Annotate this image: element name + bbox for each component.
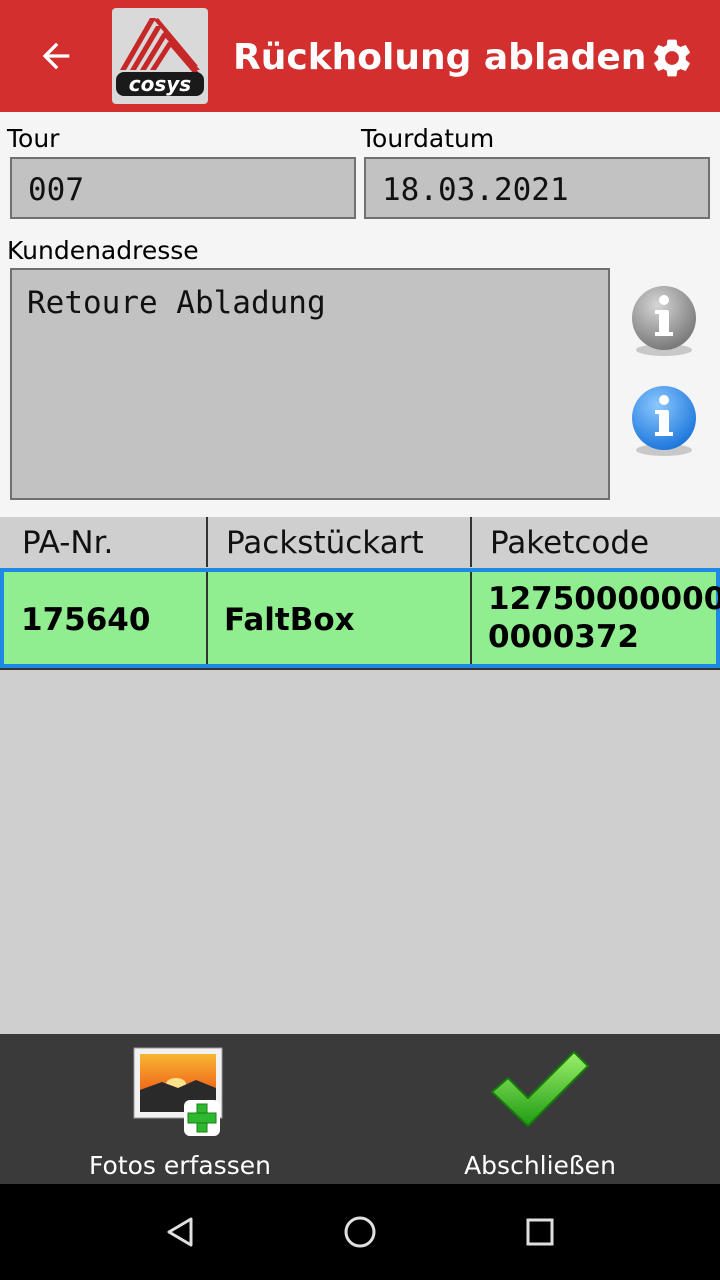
checkmark-icon	[491, 1051, 589, 1127]
cosys-logo: cosys	[112, 8, 208, 104]
bottom-action-bar: Fotos erfassen Abschließen	[0, 1034, 720, 1184]
cell-pa-nr: 175640	[21, 602, 151, 638]
column-divider	[206, 572, 208, 664]
home-circle-icon	[344, 1216, 376, 1248]
tour-field[interactable]: 007	[10, 157, 356, 219]
column-header-pa-nr[interactable]: PA-Nr.	[4, 517, 206, 567]
abschliessen-button[interactable]: Abschließen	[360, 1034, 720, 1184]
paketcode-line-1: 127500000000	[488, 581, 720, 617]
kundenadresse-field[interactable]: Retoure Abladung	[10, 268, 610, 500]
column-divider	[470, 572, 472, 664]
table-row[interactable]: 175640 FaltBox 127500000000 0000372	[0, 568, 720, 668]
tourdatum-label: Tourdatum	[361, 124, 495, 153]
nav-back-button[interactable]	[156, 1208, 204, 1256]
kundenadresse-label: Kundenadresse	[7, 236, 199, 265]
gear-icon	[654, 39, 690, 77]
fotos-erfassen-label: Fotos erfassen	[89, 1151, 271, 1180]
paketcode-line-2: 0000372	[488, 619, 639, 655]
tour-label: Tour	[7, 124, 60, 153]
row-divider	[0, 668, 720, 670]
tourdatum-field[interactable]: 18.03.2021	[364, 157, 710, 219]
cell-paketcode: 127500000000 0000372	[488, 580, 720, 656]
system-nav-bar	[0, 1184, 720, 1280]
info-button-blue[interactable]	[628, 382, 700, 462]
cell-packstueckart: FaltBox	[224, 602, 355, 638]
settings-button[interactable]	[642, 28, 702, 88]
info-button-grey[interactable]	[628, 282, 700, 362]
table-header: PA-Nr. Packstückart Paketcode	[0, 517, 720, 567]
fotos-erfassen-button[interactable]: Fotos erfassen	[0, 1034, 360, 1184]
column-header-paketcode[interactable]: Paketcode	[472, 517, 720, 567]
back-button[interactable]	[24, 24, 88, 88]
column-divider	[206, 517, 208, 567]
column-header-packstueckart[interactable]: Packstückart	[208, 517, 470, 567]
app-bar: cosys Rückholung abladen	[0, 0, 720, 112]
arrow-left-icon	[42, 42, 70, 70]
parcel-table: PA-Nr. Packstückart Paketcode 175640 Fal…	[0, 517, 720, 1034]
info-icon	[632, 286, 696, 356]
page-title: Rückholung abladen	[233, 37, 647, 78]
abschliessen-label: Abschließen	[464, 1151, 616, 1180]
nav-home-button[interactable]	[336, 1208, 384, 1256]
info-icon	[632, 386, 696, 456]
nav-recents-button[interactable]	[516, 1208, 564, 1256]
column-divider	[470, 517, 472, 567]
add-photo-icon	[133, 1047, 223, 1136]
back-triangle-icon	[167, 1217, 193, 1247]
svg-text:cosys: cosys	[129, 72, 192, 96]
recents-square-icon	[526, 1218, 554, 1246]
